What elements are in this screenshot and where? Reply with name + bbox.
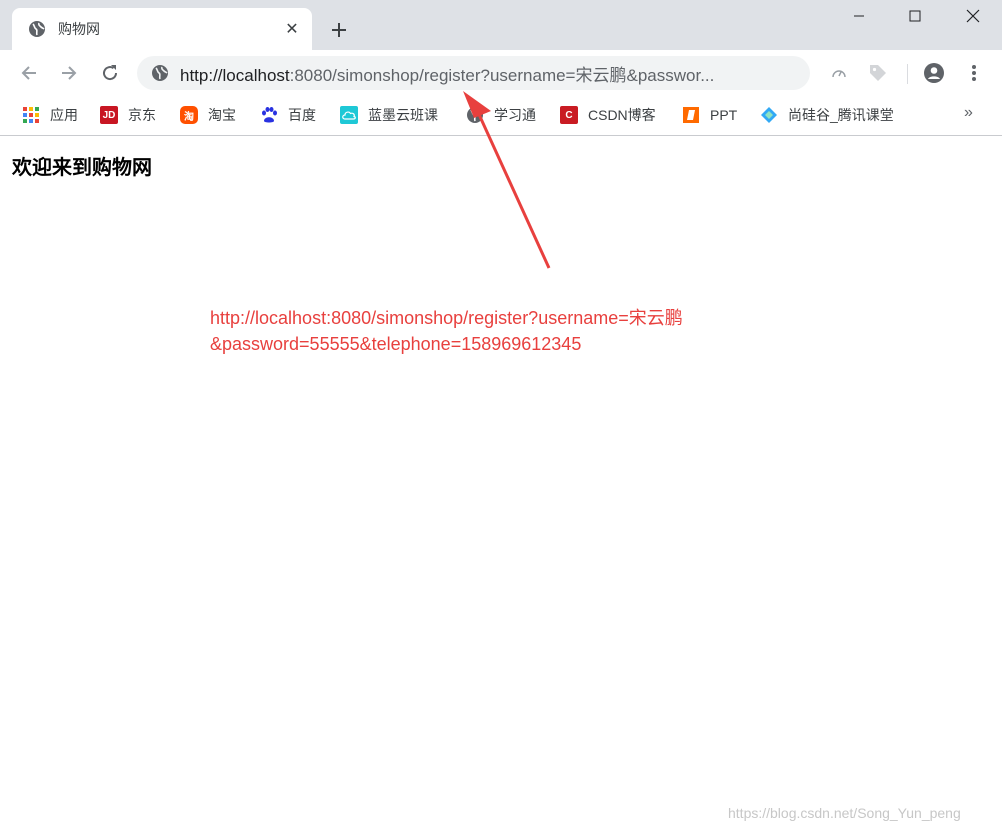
bookmark-label: 蓝墨云班课 (368, 107, 438, 123)
bookmark-apps[interactable]: 应用 (22, 104, 78, 126)
bookmark-atguigu[interactable]: 尚硅谷_腾讯课堂 (760, 104, 894, 126)
speedometer-icon[interactable] (827, 61, 851, 85)
tag-icon[interactable] (866, 61, 890, 85)
tab-title: 购物网 (58, 21, 100, 37)
bookmark-label: 淘宝 (208, 107, 236, 123)
url-host: http://localhost (180, 65, 290, 85)
site-info-globe-icon[interactable] (151, 64, 169, 82)
window-close-icon[interactable] (944, 0, 1002, 32)
jd-icon: JD (100, 106, 118, 124)
new-tab-plus-icon[interactable] (326, 17, 352, 43)
page-heading: 欢迎来到购物网 (12, 157, 152, 179)
profile-avatar-icon[interactable] (922, 61, 946, 85)
bookmark-label: 学习通 (494, 107, 536, 123)
bookmark-taobao[interactable]: 淘 淘宝 (180, 104, 236, 126)
bookmark-label: PPT (710, 107, 738, 123)
kebab-menu-icon[interactable] (962, 61, 986, 85)
address-bar[interactable]: http://localhost:8080/simonshop/register… (137, 56, 810, 90)
xuexitong-icon (466, 106, 484, 124)
bookmark-label: 应用 (50, 107, 78, 123)
url-path: :8080/simonshop/register?username=宋云鹏&pa… (289, 65, 715, 85)
bookmark-ppt[interactable]: PPT (682, 104, 737, 126)
url-text[interactable]: http://localhost:8080/simonshop/register… (180, 61, 714, 86)
browser-window: 购物网 ✕ http://localhost:8080/simonshop/re… (0, 0, 1002, 833)
page-content: 欢迎来到购物网 http://localhost:8080/simonshop/… (0, 137, 1002, 833)
globe-icon (28, 20, 46, 38)
taobao-icon: 淘 (180, 106, 198, 124)
bookmark-label: 百度 (288, 107, 316, 123)
tab-close-icon[interactable]: ✕ (282, 19, 302, 39)
csdn-icon: C (560, 106, 578, 124)
csdn-watermark: https://blog.csdn.net/Song_Yun_peng (728, 805, 961, 821)
bookmark-label: 尚硅谷_腾讯课堂 (788, 107, 894, 123)
minimize-icon[interactable] (830, 0, 888, 32)
bookmark-mosoteach[interactable]: 蓝墨云班课 (340, 104, 438, 126)
bookmark-label: CSDN博客 (588, 107, 656, 123)
active-tab[interactable]: 购物网 ✕ (12, 8, 312, 50)
apps-grid-icon (22, 106, 40, 124)
bookmark-xuexitong[interactable]: 学习通 (466, 104, 536, 126)
baidu-paw-icon (260, 106, 278, 124)
cloud-icon (340, 106, 358, 124)
maximize-icon[interactable] (886, 0, 944, 32)
ppt-icon (682, 106, 700, 124)
bookmark-baidu[interactable]: 百度 (260, 104, 316, 126)
bookmarks-bar: 应用 JD 京东 淘 淘宝 百度 蓝墨云班课 学习通 C CSDN博客 PPT … (0, 96, 1002, 136)
reload-icon[interactable] (96, 59, 124, 87)
bookmark-csdn[interactable]: C CSDN博客 (560, 104, 656, 126)
toolbar: http://localhost:8080/simonshop/register… (0, 50, 1002, 96)
arrow-right-icon[interactable] (55, 59, 83, 87)
bookmark-jd[interactable]: JD 京东 (100, 104, 156, 126)
toolbar-separator (907, 64, 908, 84)
tab-strip: 购物网 ✕ (0, 0, 1002, 50)
bookmark-label: 京东 (128, 107, 156, 123)
tencent-classroom-icon (760, 106, 778, 124)
annotation-line-1: http://localhost:8080/simonshop/register… (210, 308, 683, 328)
annotation-line-2: &password=55555&telephone=158969612345 (210, 334, 582, 354)
bookmarks-overflow-icon[interactable]: » (964, 104, 973, 122)
arrow-left-icon[interactable] (15, 59, 43, 87)
url-annotation: http://localhost:8080/simonshop/register… (210, 305, 683, 357)
